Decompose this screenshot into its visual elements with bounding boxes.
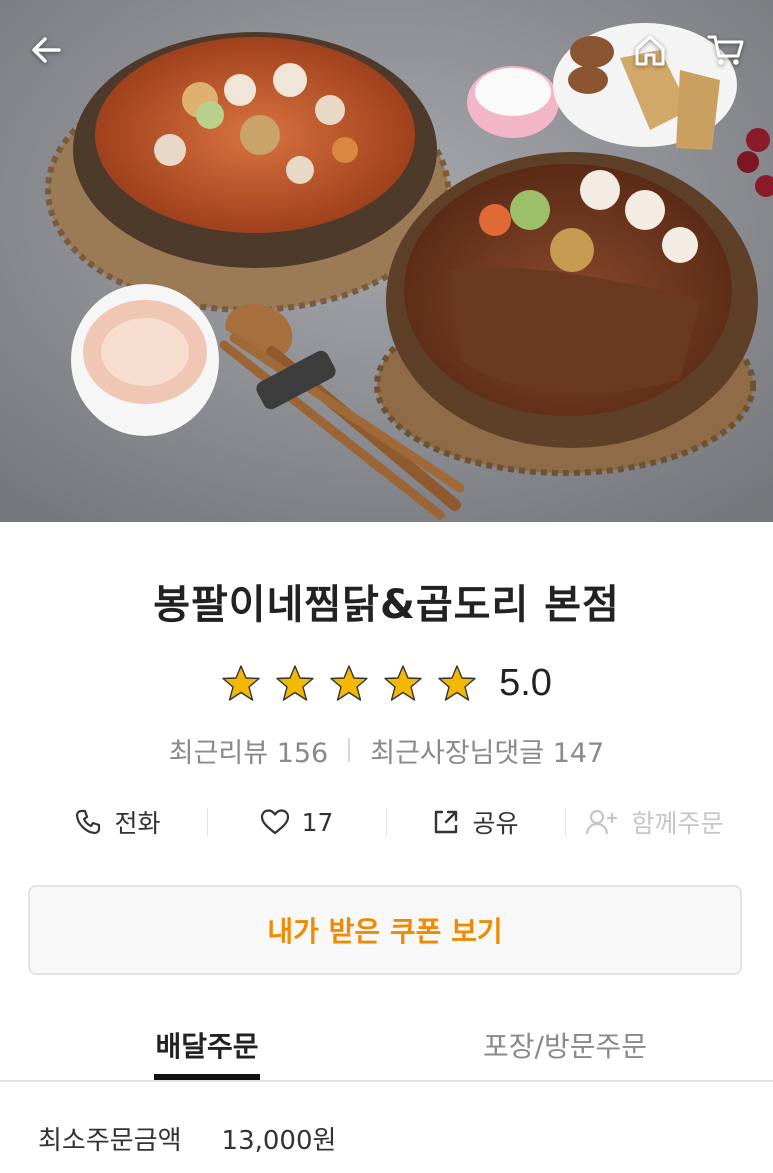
- store-hero-image: [0, 0, 773, 522]
- back-button[interactable]: [18, 22, 74, 78]
- star-icon: [384, 665, 422, 701]
- star-icon: [222, 665, 260, 701]
- arrow-left-icon: [32, 37, 61, 63]
- order-type-tabs: 배달주문 포장/방문주문: [0, 1010, 773, 1082]
- star-icon: [330, 665, 368, 701]
- add-user-icon: [586, 809, 618, 835]
- view-coupons-button[interactable]: 내가 받은 쿠폰 보기: [28, 885, 742, 975]
- phone-icon: [76, 809, 101, 835]
- cart-icon: [707, 35, 744, 65]
- food-photo: [0, 0, 773, 522]
- group-order-button[interactable]: 함께주문: [565, 798, 744, 846]
- share-icon: [435, 810, 458, 834]
- min-order-row: 최소주문금액 13,000원: [38, 1118, 336, 1158]
- min-order-value: 13,000원: [221, 1125, 337, 1156]
- star-icon: [438, 665, 476, 701]
- heart-icon: [260, 809, 289, 835]
- min-order-label: 최소주문금액: [38, 1125, 182, 1156]
- cart-button[interactable]: [698, 22, 754, 78]
- tab-delivery-order[interactable]: 배달주문: [130, 1010, 284, 1080]
- rating-value: 5.0: [499, 661, 552, 704]
- tab-pickup-order[interactable]: 포장/방문주문: [440, 1010, 690, 1080]
- group-order-label: 함께주문: [631, 809, 724, 838]
- store-actions: 전화 17 공유 함께주문: [28, 798, 744, 846]
- divider: [348, 738, 351, 762]
- store-name: 봉팔이네찜닭&곱도리 본점: [153, 582, 620, 628]
- call-button[interactable]: 전화: [28, 798, 207, 846]
- review-stats: 최근리뷰 156 최근사장님댓글 147: [0, 730, 773, 770]
- star-icon: [276, 665, 314, 701]
- share-button[interactable]: 공유: [386, 798, 565, 846]
- active-tab-indicator: [154, 1074, 260, 1080]
- like-button[interactable]: 17: [207, 798, 386, 846]
- call-label: 전화: [114, 809, 161, 838]
- owner-replies-link[interactable]: 최근사장님댓글 147: [370, 731, 604, 770]
- home-icon: [635, 35, 665, 66]
- share-label: 공유: [472, 809, 519, 838]
- recent-reviews-link[interactable]: 최근리뷰 156: [169, 731, 328, 770]
- rating-row: 5.0: [0, 656, 773, 710]
- like-count: 17: [301, 807, 334, 837]
- rating-stars: [221, 663, 477, 703]
- home-button[interactable]: [622, 22, 678, 78]
